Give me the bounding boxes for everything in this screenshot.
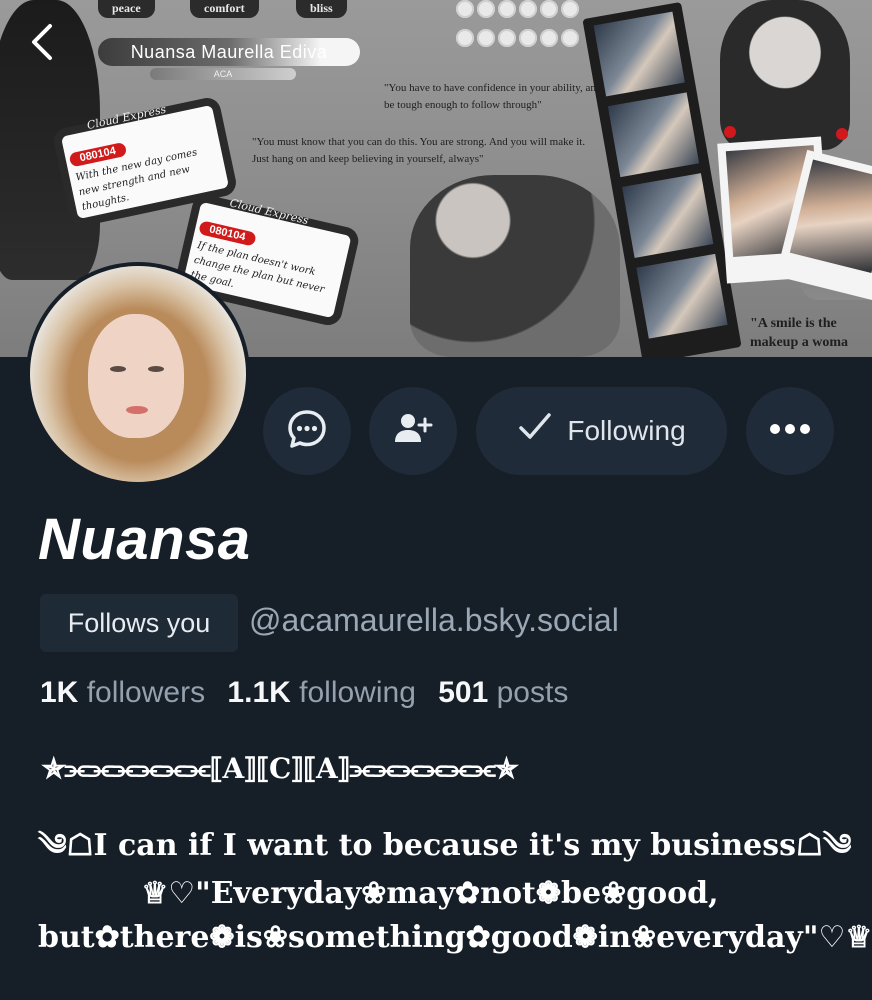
- banner-figure-center: [410, 175, 620, 357]
- check-icon: [517, 409, 553, 454]
- banner-figure-right: [720, 0, 850, 150]
- banner-quote: "A smile is the makeup a woma: [750, 316, 849, 350]
- chat-bubble-icon: [285, 407, 329, 456]
- banner-tag: bliss: [296, 0, 347, 18]
- chevron-left-icon[interactable]: [22, 20, 66, 64]
- more-options-button[interactable]: [746, 387, 834, 475]
- profile-stats: 1K followers 1.1K following 501 posts: [40, 676, 568, 710]
- followers-label: followers: [86, 676, 206, 709]
- banner-name-sub: ACA: [150, 68, 296, 80]
- bio-line: ✯⫘⫘⫘⫘⫘⫘⟦A⟧⟦C⟧⟦A⟧⫘⫘⫘⫘⫘⫘✯: [42, 752, 518, 785]
- avatar[interactable]: [30, 266, 246, 482]
- follows-you-badge: Follows you: [40, 594, 238, 652]
- following-button[interactable]: Following: [476, 387, 727, 475]
- posts-count: 501: [438, 676, 489, 709]
- followers-stat[interactable]: 1K followers: [40, 676, 205, 709]
- pin-icon: [836, 128, 848, 140]
- ellipsis-icon: [768, 422, 812, 440]
- pin-icon: [724, 126, 736, 138]
- banner-tag: comfort: [190, 0, 259, 18]
- followers-count: 1K: [40, 676, 79, 709]
- message-button[interactable]: [263, 387, 351, 475]
- add-user-button[interactable]: [369, 387, 457, 475]
- banner-quote: "You must know that you can do this. You…: [252, 136, 586, 165]
- bio-line: but✿there❁is❀something✿good❁in❀everyday"…: [38, 920, 872, 955]
- banner-name-plate: Nuansa Maurella Ediva: [98, 38, 360, 66]
- following-count: 1.1K: [227, 676, 291, 709]
- banner-tag: peace: [98, 0, 155, 18]
- banner-quote: "You have to have confidence in your abi…: [384, 82, 624, 111]
- posts-stat: 501 posts: [438, 676, 568, 709]
- display-name: Nuansa: [38, 507, 251, 572]
- following-stat-label: following: [299, 676, 416, 709]
- posts-label: posts: [496, 676, 569, 709]
- user-handle[interactable]: @acamaurella.bsky.social: [249, 602, 619, 639]
- avatar-container: [26, 262, 250, 486]
- add-user-icon: [393, 409, 433, 454]
- following-stat[interactable]: 1.1K following: [227, 676, 415, 709]
- following-label: Following: [567, 415, 686, 446]
- bio-line: ♕♡"Everyday❀may✿not❁be❀good,: [141, 876, 719, 911]
